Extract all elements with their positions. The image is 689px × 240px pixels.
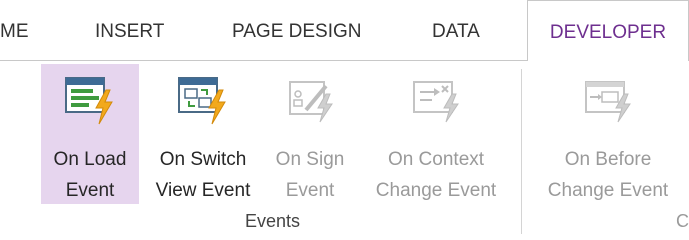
tab-page-design[interactable]: PAGE DESIGN (232, 0, 362, 60)
group-divider (521, 69, 522, 234)
on-switch-view-event-button[interactable]: On Switch View Event (146, 64, 260, 204)
on-sign-event-icon (289, 81, 333, 123)
tab-insert[interactable]: INSERT (95, 0, 164, 60)
on-context-change-event-icon (413, 81, 459, 123)
ribbon-panel: On Load Event On Switch View Event On Si… (0, 60, 689, 240)
on-load-event-label-line1: On Load (53, 149, 127, 170)
ribbon-tab-bar: ME INSERT PAGE DESIGN DATA DEVELOPER (0, 0, 689, 61)
on-sign-event-label-line1: On Sign (275, 149, 345, 170)
on-context-change-event-button[interactable]: On Context Change Event (360, 64, 512, 204)
tab-data[interactable]: DATA (432, 0, 480, 60)
on-load-event-label-line2: Event (65, 180, 115, 201)
on-sign-event-button[interactable]: On Sign Event (265, 64, 355, 204)
on-switch-view-event-label-line1: On Switch (159, 149, 247, 170)
on-context-change-event-label-line1: On Context (387, 149, 485, 170)
events-group-label: Events (245, 211, 301, 231)
on-context-change-event-label-line2: Change Event (375, 180, 497, 201)
on-load-event-icon (65, 77, 113, 125)
on-before-change-event-button[interactable]: On Before Change Event (530, 64, 686, 204)
next-group-label: C (676, 211, 689, 231)
on-switch-view-event-label-line2: View Event (155, 180, 251, 201)
on-before-change-event-label-line2: Change Event (547, 180, 669, 201)
tab-developer[interactable]: DEVELOPER (527, 0, 689, 61)
on-before-change-event-icon (585, 81, 631, 123)
on-load-event-button[interactable]: On Load Event (41, 64, 139, 204)
on-before-change-event-label-line1: On Before (564, 149, 652, 170)
tab-home[interactable]: ME (0, 0, 29, 60)
on-sign-event-label-line2: Event (285, 180, 335, 201)
on-switch-view-event-icon (178, 77, 226, 125)
